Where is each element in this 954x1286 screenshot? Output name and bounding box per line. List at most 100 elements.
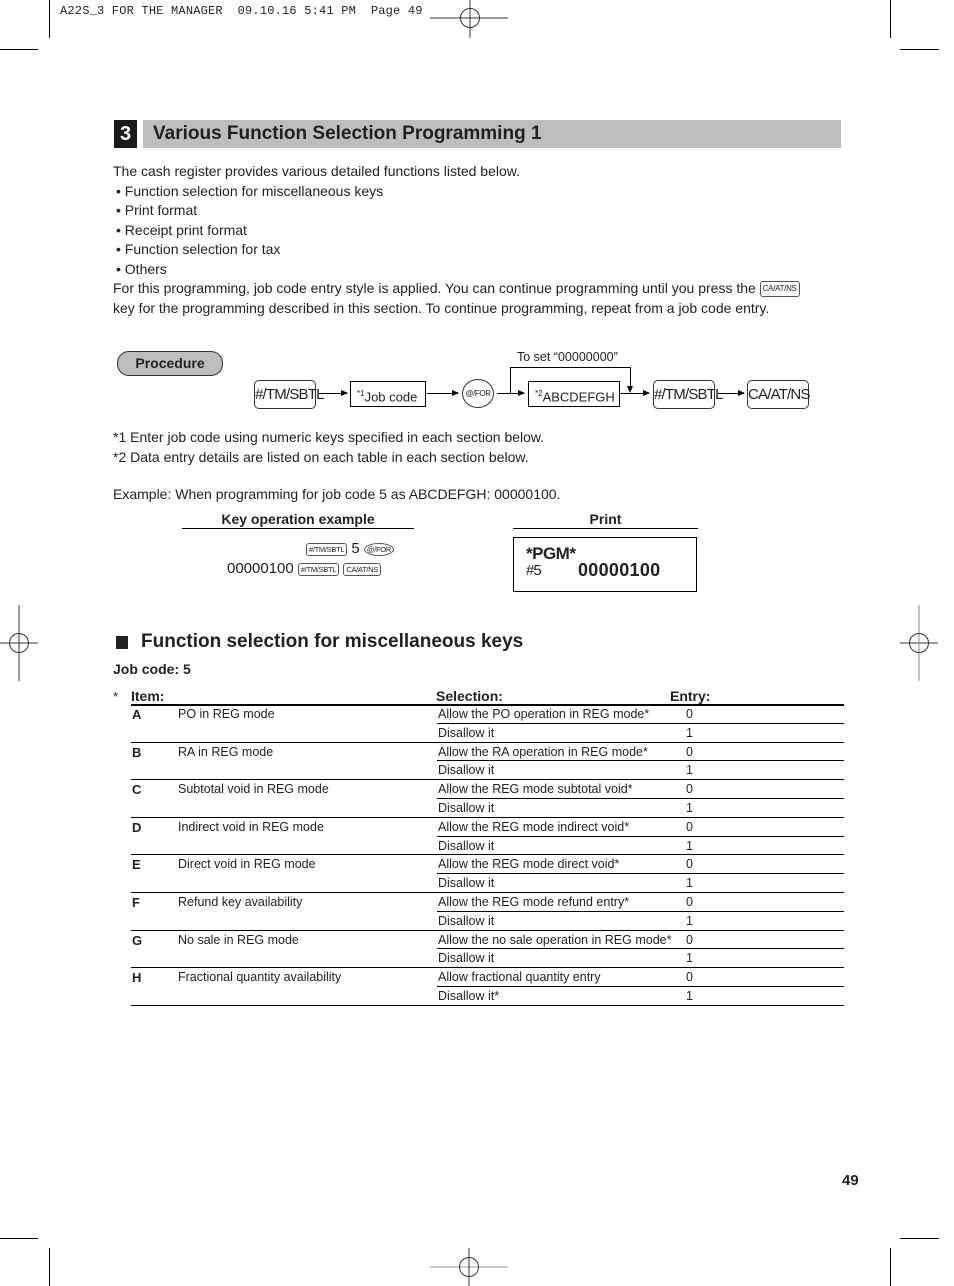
selection-rule [437,948,844,950]
entry-value: 1 [686,725,693,740]
row-letter: G [132,932,143,948]
page-number: 49 [842,1172,859,1189]
intro-paragraph: For this programming, job code entry sty… [113,279,853,318]
selection-rule [437,760,844,762]
crop-mark [0,1238,38,1239]
bypass-arrowhead-icon [627,386,633,393]
subtotal-key-icon: #/TM/SBTL [254,380,324,409]
entry-value: 1 [686,763,693,778]
data-entry-box: *2ABCDEFGH [528,381,620,407]
entry-value: 1 [686,989,693,1003]
row-item: Direct void in REG mode [178,857,316,872]
bypass-label: To set “00000000” [517,350,618,364]
selection-rule [437,986,844,987]
row-letter: C [132,782,142,798]
intro-lead: The cash register provides various detai… [113,163,520,179]
bypass-line [510,367,630,368]
table-header-rule [131,704,844,706]
subtotal-key-icon: #/TM/SBTL [306,542,348,556]
crop-mark [49,0,50,38]
row-item: Indirect void in REG mode [178,819,324,834]
flow-arrow [620,390,650,396]
selection-option: Disallow it [438,838,495,853]
selection-option: Disallow it [438,725,495,740]
intro-bullet: • Function selection for tax [116,241,281,257]
selection-rule [437,798,844,799]
flow-arrow [718,390,745,396]
example-text: Example: When programming for job code 5… [113,486,561,502]
registration-mark-icon [430,1248,508,1286]
row-rule [131,816,844,818]
intro-text: The cash register provides various detai… [113,162,853,318]
selection-option: Disallow it [438,763,495,778]
selection-rule [437,873,844,875]
row-rule [131,1004,844,1006]
row-rule [131,892,844,893]
section-title: Various Function Selection Programming 1 [153,123,542,144]
procedure-label: Procedure [117,351,223,376]
intro-bullet: • Others [116,260,167,277]
row-letter: H [132,970,142,986]
selection-rule [437,910,844,912]
selection-option: Allow the PO operation in REG mode* [438,707,650,721]
row-letter: A [132,707,142,722]
data-entry-label: ABCDEFGH [542,389,615,405]
crop-mark [890,0,891,38]
subtotal-key-icon: #/TM/SBTL [653,380,723,409]
footnotes: *1 Enter job code using numeric keys spe… [113,427,544,467]
flow-arrow [427,390,459,396]
row-rule [131,929,844,931]
selection-option: Allow fractional quantity entry [438,970,601,985]
bypass-line [510,367,511,393]
entry-value: 0 [686,895,693,909]
selection-rule [437,722,844,724]
ca-at-ns-key-icon: CA/AT/NS [759,281,800,298]
entry-value: 0 [686,782,693,797]
intro-bullet: • Print format [116,202,198,218]
entry-value: 1 [686,801,693,815]
footnote: *1 Enter job code using numeric keys spe… [113,429,545,445]
subtotal-key-icon: #/TM/SBTL [297,562,340,576]
section-bullet-icon [116,636,128,649]
cash-key-icon: CA/AT/NS [747,380,810,409]
receipt-print-example: *PGM* #5 00000100 [513,537,697,592]
selection-option: Disallow it [438,951,495,966]
row-rule [131,854,844,856]
selection-option: Allow the no sale operation in REG mode* [438,932,672,947]
row-letter: D [132,819,142,835]
receipt-job-code: #5 [526,562,542,579]
intro-bullet: • Receipt print format [116,221,247,238]
row-item: No sale in REG mode [178,932,299,947]
row-letter: F [132,895,140,910]
footnote-mark: *1 [357,389,365,398]
row-item: PO in REG mode [178,707,275,721]
flow-arrow [497,390,525,396]
entry-value: 0 [686,970,693,985]
key-operation-heading: Key operation example [182,511,414,529]
entry-value: 1 [686,876,693,891]
entry-value: 1 [686,838,693,853]
key-operation-line: #/TM/SBTL 5 @/FOR [306,540,394,557]
receipt-value: 00000100 [578,560,661,580]
footnote: *2 Data entry details are listed on each… [113,449,529,465]
job-code-label: Job code: 5 [113,661,191,677]
selection-option: Allow the REG mode subtotal void* [438,782,633,797]
registration-mark-icon [900,605,938,681]
cash-key-icon: CA/AT/NS [343,562,381,576]
registration-mark-icon [430,0,508,38]
entry-value: 1 [686,951,693,966]
entry-value: 1 [686,913,693,928]
selection-option: Disallow it [438,801,495,815]
entry-value: 0 [686,857,693,872]
selection-option: Allow the REG mode indirect void* [438,819,630,834]
flow-arrow [319,390,348,396]
column-header-selection: Selection: [436,688,503,704]
section-number-badge: 3 [114,120,137,148]
selection-option: Allow the REG mode direct void* [438,857,620,872]
column-header-item: Item: [131,688,165,704]
row-item: Subtotal void in REG mode [178,782,329,797]
job-code-label: Job code [364,389,418,405]
entry-value: 0 [686,819,693,834]
intro-bullet: • Function selection for miscellaneous k… [116,182,384,199]
selection-option: Allow the RA operation in REG mode* [438,744,648,759]
